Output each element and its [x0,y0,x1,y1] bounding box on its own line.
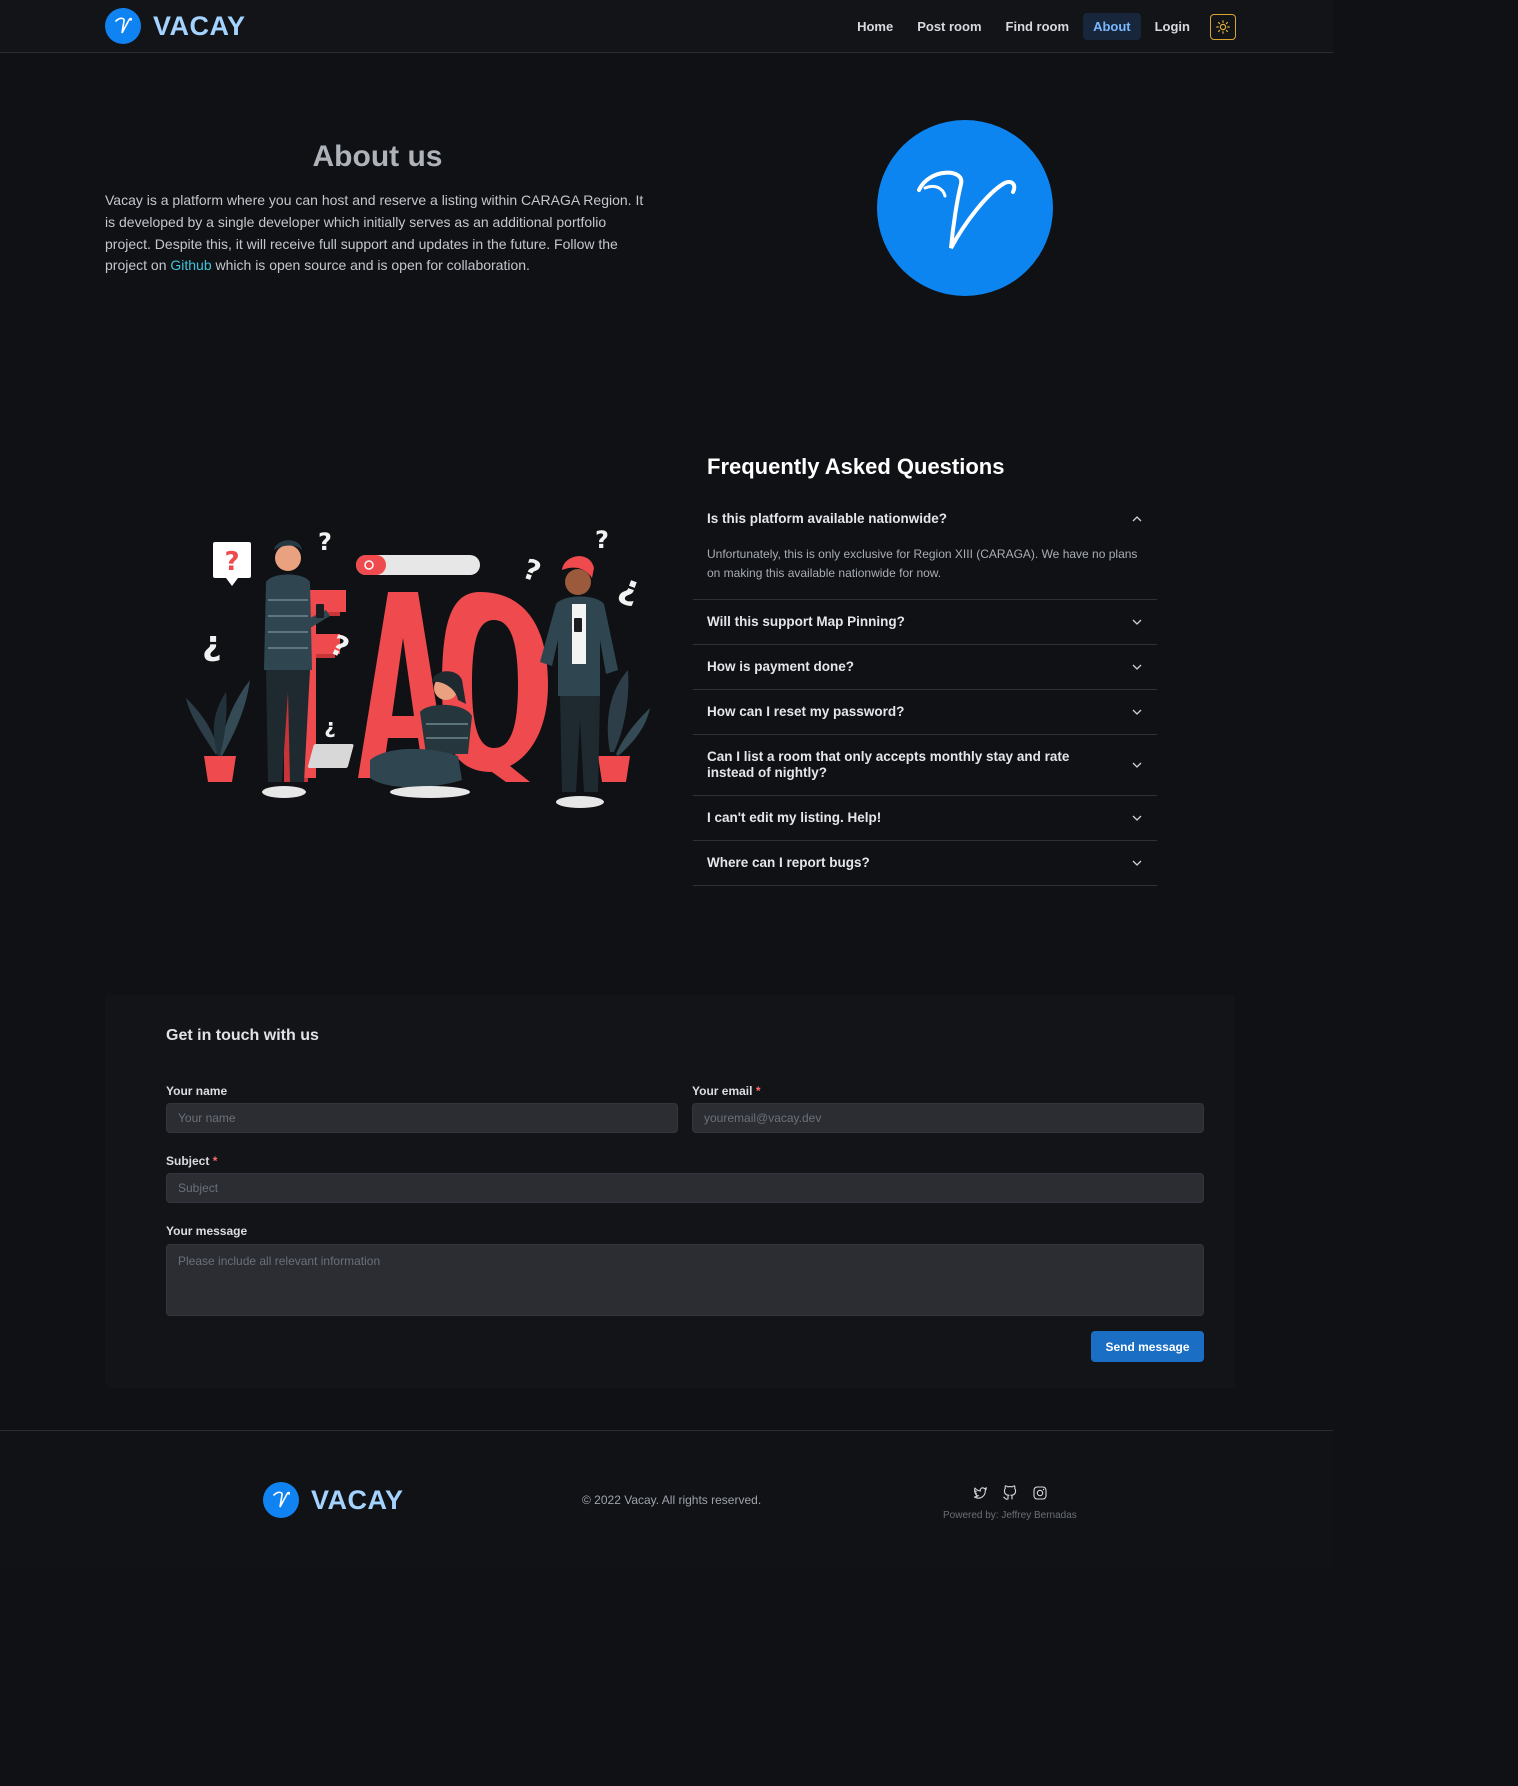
faq-question[interactable]: Where can I report bugs? [693,841,1157,885]
vacay-logo-icon [105,8,141,44]
chevron-up-icon[interactable] [1131,513,1143,525]
chevron-down-icon[interactable] [1131,812,1143,824]
footer-brand[interactable]: VACAY [263,1482,404,1518]
about-title: About us [312,140,443,173]
theme-toggle-button[interactable] [1210,13,1236,40]
faq-accordion: Is this platform available nationwide? U… [693,497,1157,886]
nav-about[interactable]: About [1083,13,1141,40]
github-link[interactable]: Github [170,257,211,273]
github-icon[interactable] [1002,1485,1018,1501]
nav-post-room[interactable]: Post room [907,13,991,40]
nav-home[interactable]: Home [847,13,903,40]
vacay-large-logo [877,120,1053,296]
faq-title: Frequently Asked Questions [707,454,1005,479]
faq-question[interactable]: I can't edit my listing. Help! [693,796,1157,840]
message-textarea[interactable] [166,1244,1204,1316]
powered-by-text: Powered by: Jeffrey Bernadas [943,1510,1077,1521]
social-links [972,1485,1048,1501]
copyright-text: © 2022 Vacay. All rights reserved. [582,1493,762,1507]
brand-link[interactable]: VACAY [105,8,246,44]
svg-text:?: ? [324,717,336,741]
required-mark: * [212,1154,218,1168]
name-input[interactable] [166,1103,678,1133]
message-label: Your message [166,1224,247,1238]
faq-item[interactable]: How is payment done? [693,645,1157,690]
faq-question[interactable]: Can I list a room that only accepts mont… [693,735,1157,795]
chevron-down-icon[interactable] [1131,661,1143,673]
about-text-end: which is open source and is open for col… [211,257,530,274]
subject-label: Subject * [166,1154,217,1168]
required-mark: * [755,1084,761,1098]
contact-title: Get in touch with us [166,1027,319,1044]
send-message-button[interactable]: Send message [1091,1331,1204,1362]
top-navbar: VACAY Home Post room Find room About Log… [0,0,1333,53]
chevron-down-icon[interactable] [1131,857,1143,869]
chevron-down-icon[interactable] [1131,706,1143,718]
faq-item[interactable]: How can I reset my password? [693,690,1157,735]
svg-text:?: ? [519,552,546,589]
nav-find-room[interactable]: Find room [996,13,1080,40]
contact-form: Get in touch with us Your name Your emai… [105,995,1235,1388]
sun-icon [1216,19,1230,34]
faq-question[interactable]: How is payment done? [693,645,1157,689]
faq-question[interactable]: Will this support Map Pinning? [693,600,1157,644]
svg-text:?: ? [202,627,222,667]
email-label-text: Your email [692,1084,753,1098]
instagram-icon[interactable] [1032,1485,1048,1501]
message-label-text: Your message [166,1224,248,1238]
svg-text:?: ? [318,528,332,556]
footer: VACAY © 2022 Vacay. All rights reserved.… [0,1430,1333,1569]
faq-question[interactable]: How can I reset my password? [693,690,1157,734]
vacay-logo-icon [263,1482,299,1518]
nav-login[interactable]: Login [1145,13,1200,40]
name-label: Your name [166,1084,227,1098]
twitter-icon[interactable] [972,1485,988,1501]
about-description: Vacay is a platform where you can host a… [105,190,655,277]
faq-answer: Unfortunately, this is only exclusive fo… [707,547,1138,580]
name-label-text: Your name [166,1084,228,1098]
svg-text:?: ? [595,526,609,554]
email-label: Your email * [692,1084,760,1098]
chevron-down-icon[interactable] [1131,616,1143,628]
faq-illustration: ? ? ? ? ? ? ? ? [180,520,660,820]
subject-input[interactable] [166,1173,1204,1203]
email-input[interactable] [692,1103,1204,1133]
chevron-down-icon[interactable] [1131,759,1143,771]
faq-item[interactable]: Where can I report bugs? [693,841,1157,886]
footer-brand-name: VACAY [311,1484,404,1515]
subject-label-text: Subject [166,1154,210,1168]
brand-name: VACAY [153,10,246,41]
faq-question[interactable]: Is this platform available nationwide? [693,497,1157,541]
main-nav: Home Post room Find room About Login [847,13,1236,40]
faq-item[interactable]: I can't edit my listing. Help! [693,796,1157,841]
faq-item[interactable]: Will this support Map Pinning? [693,600,1157,645]
faq-item[interactable]: Is this platform available nationwide? U… [693,497,1157,600]
svg-text:?: ? [224,547,239,577]
svg-text:?: ? [325,628,354,665]
svg-text:?: ? [613,569,645,613]
faq-item[interactable]: Can I list a room that only accepts mont… [693,735,1157,796]
